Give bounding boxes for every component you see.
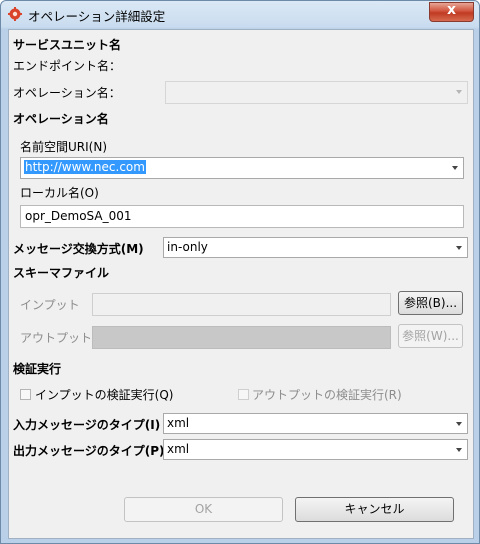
- operation-name-heading: オペレーション名: [13, 112, 109, 126]
- input-validation-label[interactable]: インプットの検証実行(Q): [35, 386, 173, 403]
- input-schema-label: インプット: [20, 298, 80, 312]
- cancel-button[interactable]: キャンセル: [295, 497, 454, 522]
- chevron-down-icon: [447, 158, 463, 176]
- namespace-uri-label: 名前空間URI(N): [20, 140, 108, 154]
- chevron-down-icon: [451, 82, 467, 100]
- endpoint-name-label: エンドポイント名：: [13, 59, 122, 73]
- output-schema-label: アウトプット: [20, 331, 93, 345]
- dialog-title: オペレーション詳細設定: [28, 9, 166, 24]
- input-browse-button[interactable]: 参照(B)...: [398, 291, 463, 315]
- service-unit-heading: サービスユニット名: [13, 38, 122, 52]
- input-schema-field[interactable]: [92, 293, 391, 316]
- title-bar[interactable]: オペレーション詳細設定 x: [1, 1, 479, 28]
- exchange-pattern-label: メッセージ交換方式(M): [13, 242, 144, 256]
- output-message-type-value: xml: [167, 442, 190, 456]
- validation-heading: 検証実行: [13, 362, 62, 376]
- local-name-label: ローカル名(O): [20, 186, 99, 200]
- close-button[interactable]: x: [429, 2, 474, 22]
- operation-name-label: オペレーション名：: [13, 86, 121, 100]
- ok-button[interactable]: OK: [124, 497, 283, 522]
- input-message-type-label: 入力メッセージのタイプ(I): [13, 418, 161, 432]
- dialog-window: オペレーション詳細設定 x サービスユニット名 エンドポイント名： オペレーショ…: [0, 0, 480, 544]
- output-validation-label[interactable]: アウトプットの検証実行(R): [252, 386, 402, 403]
- namespace-uri-combo[interactable]: http://www.nec.com: [20, 157, 464, 179]
- chevron-down-icon: [451, 414, 467, 432]
- exchange-pattern-combo[interactable]: in-only: [163, 237, 468, 258]
- input-validation-checkbox[interactable]: [20, 389, 31, 400]
- local-name-value: opr_DemoSA_001: [25, 209, 132, 223]
- local-name-input[interactable]: opr_DemoSA_001: [20, 205, 464, 228]
- input-message-type-value: xml: [167, 416, 190, 430]
- output-message-type-label: 出力メッセージのタイプ(P): [13, 444, 165, 458]
- schema-file-heading: スキーマファイル: [13, 266, 110, 280]
- dialog-client-area: サービスユニット名 エンドポイント名： オペレーション名： オペレーション名 名…: [8, 29, 474, 539]
- close-icon: x: [446, 2, 457, 18]
- gear-icon: [8, 7, 22, 21]
- output-browse-button[interactable]: 参照(W)...: [398, 324, 463, 348]
- output-schema-field[interactable]: [92, 326, 391, 349]
- chevron-down-icon: [451, 238, 467, 256]
- chevron-down-icon: [451, 440, 467, 458]
- exchange-pattern-value: in-only: [167, 240, 208, 254]
- input-message-type-combo[interactable]: xml: [163, 413, 468, 434]
- output-message-type-combo[interactable]: xml: [163, 439, 468, 460]
- output-validation-checkbox[interactable]: [238, 389, 249, 400]
- operation-name-combo[interactable]: [165, 81, 468, 104]
- namespace-uri-value: http://www.nec.com: [24, 160, 146, 174]
